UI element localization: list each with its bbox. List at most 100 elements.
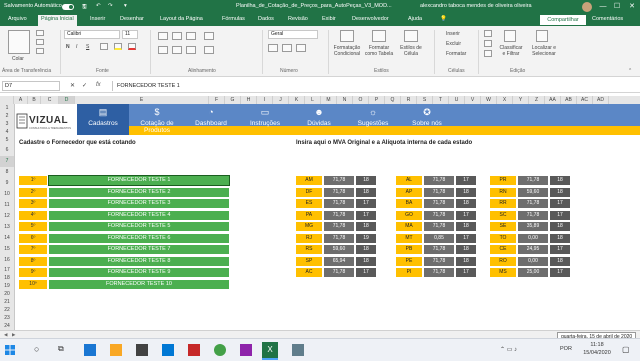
aliquota-cell[interactable]: 17 [550, 245, 570, 254]
column-header-l[interactable]: L [305, 96, 321, 104]
mva-cell[interactable]: 35,89 [518, 222, 548, 231]
mva-cell[interactable]: 71,78 [424, 256, 454, 266]
mva-cell[interactable]: 71,78 [424, 222, 454, 231]
number-format-select[interactable]: Geral [268, 30, 318, 39]
comments-button[interactable]: Comentários [592, 16, 623, 22]
mva-cell[interactable]: 71,78 [324, 210, 354, 220]
fill-color-icon[interactable] [114, 43, 122, 50]
chrome-icon[interactable] [214, 344, 226, 356]
column-header-r[interactable]: R [401, 96, 417, 104]
nav-item-sugestões[interactable]: ☼ Sugestões [347, 104, 399, 135]
tab-dados[interactable]: Dados [258, 16, 274, 22]
aliquota-cell[interactable]: 17 [550, 210, 570, 220]
mva-cell[interactable]: 71,78 [324, 176, 354, 185]
format-cells-button[interactable]: Formatar [446, 51, 466, 57]
row-header[interactable]: 10 [0, 189, 14, 200]
align-center-icon[interactable] [172, 46, 182, 54]
aliquota-cell[interactable]: 17 [456, 210, 476, 220]
column-header-w[interactable]: W [481, 96, 497, 104]
aliquota-cell[interactable]: 17 [356, 199, 376, 208]
font-size-select[interactable]: 11 [122, 30, 138, 39]
percent-icon[interactable] [282, 44, 292, 52]
bold-button[interactable]: N [66, 44, 70, 50]
cancel-entry-icon[interactable]: ✕ [70, 82, 75, 89]
row-header[interactable]: 12 [0, 211, 14, 222]
align-right-icon[interactable] [186, 46, 196, 54]
wrap-text-icon[interactable] [204, 32, 214, 40]
mva-cell[interactable]: 59,60 [518, 187, 548, 197]
tab-inserir[interactable]: Inserir [90, 16, 105, 22]
row-header[interactable]: 11 [0, 200, 14, 211]
nav-item-dashboard[interactable]: ◔ Dashboard [185, 104, 237, 135]
thousands-icon[interactable] [296, 44, 306, 52]
column-header-e[interactable]: E [75, 96, 209, 104]
cell-styles-icon[interactable] [404, 30, 418, 42]
mva-cell[interactable]: 71,78 [324, 199, 354, 208]
column-header-a[interactable]: A [14, 96, 28, 104]
mva-cell[interactable]: 71,78 [324, 268, 354, 277]
mva-cell[interactable]: 0,00 [518, 233, 548, 243]
mva-cell[interactable]: 71,78 [518, 210, 548, 220]
column-header-v[interactable]: V [465, 96, 481, 104]
supplier-name-cell[interactable]: FORNECEDOR TESTE 4 [49, 210, 229, 220]
column-header-aa[interactable]: AA [545, 96, 561, 104]
column-header-ac[interactable]: AC [577, 96, 593, 104]
aliquota-cell[interactable]: 18 [456, 222, 476, 231]
tab-formulas[interactable]: Fórmulas [222, 16, 245, 22]
row-header[interactable]: 22 [0, 306, 14, 314]
aliquota-cell[interactable]: 18 [356, 245, 376, 254]
aliquota-cell[interactable]: 18 [456, 187, 476, 197]
qat-menu-icon[interactable]: ▾ [124, 3, 127, 9]
system-tray-icons[interactable]: ⌃ ▭ ♪ [500, 346, 517, 353]
column-header-m[interactable]: M [321, 96, 337, 104]
column-header-h[interactable]: H [241, 96, 257, 104]
aliquota-cell[interactable]: 18 [550, 187, 570, 197]
borders-icon[interactable] [100, 43, 108, 50]
row-header[interactable]: 7 [0, 156, 14, 167]
column-header-g[interactable]: G [225, 96, 241, 104]
aliquota-cell[interactable]: 18 [550, 176, 570, 185]
column-header-p[interactable]: P [369, 96, 385, 104]
row-header[interactable]: 15 [0, 244, 14, 255]
align-bottom-icon[interactable] [186, 32, 196, 40]
app-icon[interactable] [292, 344, 304, 356]
column-header-u[interactable]: U [449, 96, 465, 104]
fill-icon[interactable] [484, 40, 492, 47]
name-box[interactable]: D7 [2, 81, 60, 91]
aliquota-cell[interactable]: 18 [550, 222, 570, 231]
aliquota-cell[interactable]: 18 [550, 256, 570, 266]
tab-ajuda[interactable]: Ajuda [408, 16, 422, 22]
aliquota-cell[interactable]: 18 [456, 199, 476, 208]
mva-cell[interactable]: 71,78 [424, 268, 454, 277]
column-header-t[interactable]: T [433, 96, 449, 104]
row-header[interactable]: 5 [0, 136, 14, 144]
clear-icon[interactable] [484, 50, 492, 57]
column-header-q[interactable]: Q [385, 96, 401, 104]
tab-desenvolvedor[interactable]: Desenvolvedor [352, 16, 389, 22]
supplier-name-cell[interactable]: FORNECEDOR TESTE 10 [49, 279, 229, 289]
explorer-icon[interactable] [110, 344, 122, 356]
tab-pagina-inicial[interactable]: Página Inicial [38, 15, 77, 26]
align-left-icon[interactable] [158, 46, 168, 54]
language-indicator[interactable]: POR [560, 346, 572, 352]
sort-filter-icon[interactable] [504, 30, 516, 42]
clock-time[interactable]: 11:18 [582, 342, 612, 348]
format-table-label[interactable]: Formatar como Tabela [364, 45, 394, 57]
row-header[interactable]: 2 [0, 112, 14, 120]
supplier-name-cell[interactable]: FORNECEDOR TESTE 7 [49, 245, 229, 254]
row-header[interactable]: 6 [0, 144, 14, 156]
supplier-name-cell[interactable]: FORNECEDOR TESTE 8 [49, 256, 229, 266]
column-header-f[interactable]: F [209, 96, 225, 104]
delete-cells-button[interactable]: Excluir [446, 41, 461, 47]
row-header[interactable]: 16 [0, 255, 14, 266]
insert-cells-button[interactable]: Inserir [446, 31, 460, 37]
column-header-b[interactable]: B [28, 96, 41, 104]
excel-taskbar-icon[interactable]: X [262, 342, 278, 360]
mva-cell[interactable]: 71,78 [324, 222, 354, 231]
app-icon[interactable] [240, 344, 252, 356]
search-icon[interactable]: ○ [34, 344, 39, 354]
close-button[interactable]: ✕ [625, 1, 639, 13]
column-header-d[interactable]: D [59, 96, 75, 104]
supplier-name-cell[interactable]: FORNECEDOR TESTE 9 [49, 268, 229, 277]
mva-cell[interactable]: 71,78 [424, 210, 454, 220]
